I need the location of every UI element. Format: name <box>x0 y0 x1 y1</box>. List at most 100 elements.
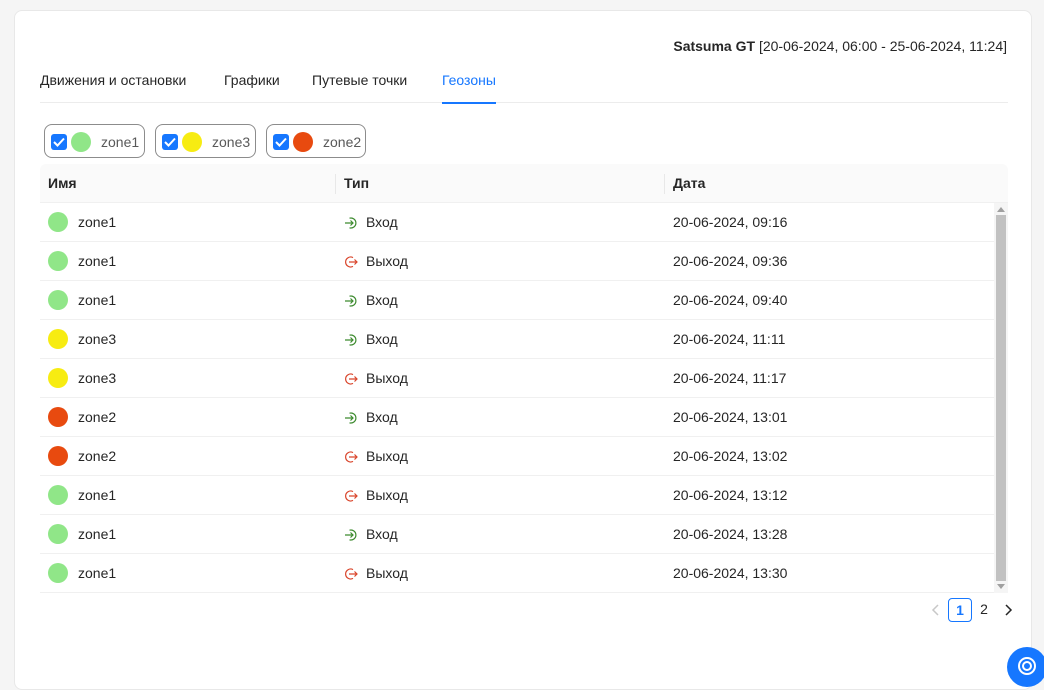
event-date: 20-06-2024, 13:01 <box>673 409 788 425</box>
table-row[interactable]: zone2 Выход 20-06-2024, 13:02 <box>40 437 1008 476</box>
event-date: 20-06-2024, 13:02 <box>673 448 788 464</box>
zone-name: zone1 <box>78 565 117 581</box>
enter-arrow-icon <box>344 294 358 308</box>
checkbox-checked[interactable] <box>51 134 67 150</box>
zone-color-dot <box>182 132 202 152</box>
table-row[interactable]: zone1 Вход 20-06-2024, 09:16 <box>40 203 1008 242</box>
support-fab-button[interactable] <box>1007 647 1044 687</box>
zone-name: zone1 <box>78 214 117 230</box>
zone-filter-label: zone3 <box>212 134 251 150</box>
enter-arrow-icon <box>344 333 358 347</box>
exit-arrow-icon <box>344 489 358 503</box>
pagination: 1 2 <box>924 598 1020 622</box>
enter-arrow-icon <box>344 528 358 542</box>
page-1-button[interactable]: 1 <box>948 598 972 622</box>
table-row[interactable]: zone3 Выход 20-06-2024, 11:17 <box>40 359 1008 398</box>
zone-name: zone2 <box>78 409 117 425</box>
tab-waypoints[interactable]: Путевые точки <box>312 71 407 103</box>
report-vehicle-period: Satsuma GT [20-06-2024, 06:00 - 25-06-20… <box>673 38 1007 54</box>
table-scrollbar[interactable] <box>994 203 1008 593</box>
zone-name: zone2 <box>78 448 117 464</box>
table-row[interactable]: zone1 Выход 20-06-2024, 13:12 <box>40 476 1008 515</box>
zone-color-dot <box>48 446 68 466</box>
zone-color-dot <box>48 368 68 388</box>
enter-arrow-icon <box>344 216 358 230</box>
event-date: 20-06-2024, 13:30 <box>673 565 788 581</box>
report-period: [20-06-2024, 06:00 - 25-06-2024, 11:24] <box>758 38 1007 54</box>
event-type: Вход <box>366 526 398 542</box>
table-body[interactable]: zone1 Вход 20-06-2024, 09:16 zone1 Выход 20-0… <box>40 203 1008 593</box>
zone-color-dot <box>48 485 68 505</box>
column-header-date: Дата <box>673 175 706 191</box>
zone-name: zone3 <box>78 370 117 386</box>
event-date: 20-06-2024, 09:40 <box>673 292 788 308</box>
vehicle-name: Satsuma GT <box>673 38 756 54</box>
zone-name: zone1 <box>78 526 117 542</box>
target-icon <box>1018 657 1036 675</box>
zone-name: zone1 <box>78 253 117 269</box>
zone-color-dot <box>71 132 91 152</box>
event-type: Выход <box>366 487 408 503</box>
event-date: 20-06-2024, 09:36 <box>673 253 788 269</box>
zone-color-dot <box>48 212 68 232</box>
scroll-down-icon[interactable] <box>997 584 1005 589</box>
enter-arrow-icon <box>344 411 358 425</box>
zone-filter-label: zone1 <box>101 134 140 150</box>
zone-name: zone3 <box>78 331 117 347</box>
column-divider <box>335 174 336 194</box>
event-date: 20-06-2024, 09:16 <box>673 214 788 230</box>
checkbox-checked[interactable] <box>162 134 178 150</box>
chevron-left-icon[interactable] <box>924 598 948 622</box>
zone-color-dot <box>48 407 68 427</box>
report-card: Satsuma GT [20-06-2024, 06:00 - 25-06-20… <box>14 10 1032 690</box>
table-row[interactable]: zone3 Вход 20-06-2024, 11:11 <box>40 320 1008 359</box>
table-row[interactable]: zone2 Вход 20-06-2024, 13:01 <box>40 398 1008 437</box>
zone-name: zone1 <box>78 292 117 308</box>
event-date: 20-06-2024, 13:12 <box>673 487 788 503</box>
checkbox-checked[interactable] <box>273 134 289 150</box>
event-date: 20-06-2024, 11:11 <box>673 331 786 347</box>
event-type: Вход <box>366 409 398 425</box>
zone-filter-zone3[interactable]: zone3 <box>155 124 256 158</box>
table-row[interactable]: zone1 Выход 20-06-2024, 09:36 <box>40 242 1008 281</box>
event-type: Вход <box>366 331 398 347</box>
table-row[interactable]: zone1 Выход 20-06-2024, 13:30 <box>40 554 1008 593</box>
exit-arrow-icon <box>344 450 358 464</box>
column-header-type: Тип <box>344 175 370 191</box>
exit-arrow-icon <box>344 255 358 269</box>
tab-geozones[interactable]: Геозоны <box>442 71 496 104</box>
event-type: Вход <box>366 214 398 230</box>
chevron-right-icon[interactable] <box>996 598 1020 622</box>
zone-name: zone1 <box>78 487 117 503</box>
page-2-button[interactable]: 2 <box>972 598 996 622</box>
table-header: Имя Тип Дата <box>40 164 1008 203</box>
geozone-events-table: Имя Тип Дата zone1 Вход 20-06-2024, 09:16 z… <box>40 164 1008 593</box>
column-divider <box>664 174 665 194</box>
exit-arrow-icon <box>344 567 358 581</box>
zone-color-dot <box>48 290 68 310</box>
zone-color-dot <box>48 329 68 349</box>
event-type: Выход <box>366 448 408 464</box>
scroll-thumb[interactable] <box>996 215 1006 581</box>
event-type: Выход <box>366 370 408 386</box>
event-date: 20-06-2024, 11:17 <box>673 370 787 386</box>
zone-filter-zone2[interactable]: zone2 <box>266 124 366 158</box>
event-type: Выход <box>366 253 408 269</box>
tab-movements-stops[interactable]: Движения и остановки <box>40 71 186 103</box>
table-row[interactable]: zone1 Вход 20-06-2024, 13:28 <box>40 515 1008 554</box>
zone-filter-label: zone2 <box>323 134 362 150</box>
scroll-up-icon[interactable] <box>997 207 1005 212</box>
report-tabs: Движения и остановки Графики Путевые точ… <box>40 71 1008 104</box>
exit-arrow-icon <box>344 372 358 386</box>
zone-color-dot <box>293 132 313 152</box>
event-date: 20-06-2024, 13:28 <box>673 526 788 542</box>
zone-color-dot <box>48 563 68 583</box>
event-type: Выход <box>366 565 408 581</box>
tab-charts[interactable]: Графики <box>224 71 280 103</box>
table-row[interactable]: zone1 Вход 20-06-2024, 09:40 <box>40 281 1008 320</box>
zone-filter-zone1[interactable]: zone1 <box>44 124 145 158</box>
zone-color-dot <box>48 251 68 271</box>
zone-color-dot <box>48 524 68 544</box>
event-type: Вход <box>366 292 398 308</box>
column-header-name: Имя <box>48 175 77 191</box>
